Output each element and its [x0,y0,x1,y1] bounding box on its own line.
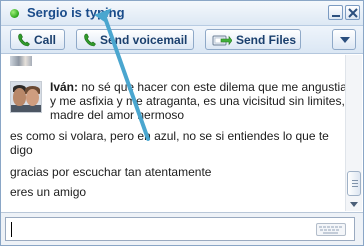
message-input[interactable] [5,217,355,241]
call-button[interactable]: Call [10,29,65,50]
send-voicemail-button[interactable]: Send voicemail [76,29,194,50]
chevron-down-icon [340,37,350,43]
chat-message: Iván: no sé que hacer con este dilema qu… [50,80,350,122]
close-button[interactable] [345,5,360,20]
avatar [10,81,42,113]
minimize-icon [332,15,340,17]
more-options-button[interactable] [332,29,356,50]
send-files-button[interactable]: Send Files [205,29,301,50]
send-files-label: Send Files [236,33,297,47]
keyboard-icon[interactable] [316,223,346,236]
scroll-down-icon[interactable] [350,202,358,207]
chat-message: es como si volara, pero en azul, no se s… [10,129,329,157]
window-title: Sergio is typing [27,5,125,20]
toolbar: Call Send voicemail Send Files [1,26,363,54]
title-bar[interactable]: Sergio is typing [1,1,363,26]
chat-window: Sergio is typing Call Send voicemail Sen… [0,0,364,246]
phone-icon [84,33,96,47]
scrollbar-thumb[interactable] [347,171,361,196]
chat-transcript[interactable]: Iván: no sé que hacer con este dilema qu… [1,54,363,211]
online-status-icon [10,9,19,18]
send-voicemail-label: Send voicemail [100,33,188,47]
minimize-button[interactable] [328,5,343,20]
avatar [10,56,32,66]
message-sender: Iván: [50,80,79,94]
file-transfer-icon [212,35,232,46]
chat-message: gracias por escuchar tan atentamente [10,165,212,179]
chat-message: eres un amigo [10,185,87,199]
text-caret [11,222,12,237]
message-input-area [1,212,363,245]
chat-scrollbar[interactable] [345,55,362,211]
message-text: no sé que hacer con este dilema que me a… [50,80,347,122]
phone-icon [18,33,30,47]
close-icon [348,8,358,18]
call-label: Call [34,33,57,47]
